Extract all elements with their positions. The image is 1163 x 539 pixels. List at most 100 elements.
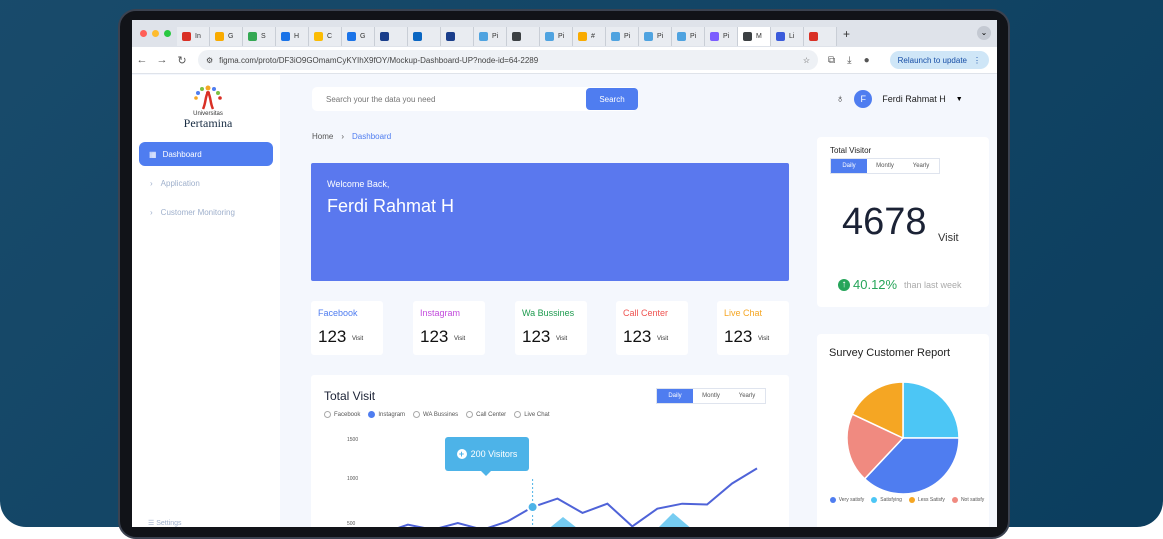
minimize-window-button[interactable] — [152, 30, 159, 37]
browser-tab[interactable]: # — [573, 26, 606, 46]
search-button[interactable]: Search — [586, 88, 638, 110]
change-indicator: ↑ 40.12% — [838, 277, 897, 292]
channel-card-instagram[interactable]: Instagram 123 Visit — [413, 301, 485, 355]
channel-card-facebook[interactable]: Facebook 123 Visit — [311, 301, 383, 355]
bookmark-star-icon[interactable]: ☆ — [803, 56, 810, 65]
favicon-icon — [512, 31, 521, 41]
browser-tab[interactable]: Pi — [540, 26, 573, 46]
logo-mark-icon — [194, 85, 222, 110]
browser-tab[interactable]: Pi — [705, 26, 738, 46]
maximize-window-button[interactable] — [164, 30, 171, 37]
browser-tab[interactable]: In — [177, 26, 210, 46]
favicon-icon — [446, 31, 455, 41]
close-window-button[interactable] — [140, 30, 147, 37]
browser-tab[interactable]: Pi — [639, 26, 672, 46]
more-menu-icon[interactable]: ⋮ — [973, 56, 981, 65]
browser-tab[interactable]: H — [276, 26, 309, 46]
legend-swatch — [951, 497, 958, 503]
user-name[interactable]: Ferdi Rahmat H — [882, 94, 946, 104]
data-point[interactable] — [526, 501, 539, 514]
browser-tab[interactable]: Pi — [672, 26, 705, 46]
total-visitor-card: Total Visitor Daily Montly Yearly 4678 V… — [817, 137, 989, 307]
comparison-text: than last week — [904, 280, 962, 290]
sidebar-item-dashboard[interactable]: ▦ Dashboard — [139, 142, 273, 166]
channel-label: Call Center — [623, 308, 669, 318]
chevron-right-icon: › — [150, 179, 153, 188]
total-visit-plot — [397, 467, 758, 527]
tab-title: In — [195, 32, 201, 40]
profile-icon[interactable]: ● — [864, 55, 870, 66]
tab-montly[interactable]: Montly — [867, 159, 903, 173]
channel-label: Wa Bussines — [522, 308, 575, 318]
breadcrumb-home[interactable]: Home — [312, 132, 333, 141]
breadcrumb: Home › Dashboard — [312, 132, 391, 141]
tab-yearly[interactable]: Yearly — [903, 159, 939, 173]
browser-tab[interactable]: Li — [771, 26, 804, 46]
favicon-icon — [710, 31, 719, 41]
arrow-up-circle-icon: ↑ — [838, 278, 850, 291]
browser-tab[interactable] — [441, 26, 474, 46]
favicon-icon — [479, 31, 488, 41]
legend-label: Not satisfy — [960, 497, 985, 503]
search-input[interactable] — [312, 94, 582, 104]
site-info-icon[interactable]: ⚙ — [206, 56, 213, 65]
browser-tab[interactable] — [408, 26, 441, 46]
notification-bell-icon[interactable]: ♁ — [836, 93, 844, 105]
forward-icon[interactable]: → — [152, 54, 172, 66]
sidebar-item-application[interactable]: › Application — [150, 179, 200, 188]
sidebar-item-settings[interactable]: ☰ Settings — [148, 519, 182, 527]
welcome-banner: Welcome Back, Ferdi Rahmat H — [311, 163, 789, 281]
extensions-icon[interactable]: ⧉ — [828, 55, 835, 66]
reload-icon[interactable]: ↻ — [172, 54, 192, 67]
channel-unit: Visit — [352, 336, 364, 342]
new-tab-icon[interactable]: + — [843, 27, 850, 41]
browser-tab[interactable]: G — [342, 26, 375, 46]
tab-search-icon[interactable]: ⌄ — [977, 26, 991, 40]
legend-item: Not satisfy — [951, 497, 985, 503]
browser-tab[interactable]: S — [243, 26, 276, 46]
sidebar-item-label: Customer Monitoring — [160, 208, 235, 217]
channel-unit: Visit — [454, 336, 466, 342]
channel-card-wa-bussines[interactable]: Wa Bussines 123 Visit — [515, 301, 587, 355]
tab-title: M — [756, 32, 762, 40]
channel-card-live-chat[interactable]: Live Chat 123 Visit — [717, 301, 789, 355]
back-icon[interactable]: ← — [132, 54, 152, 66]
browser-tab[interactable]: M — [738, 26, 771, 46]
tab-title: # — [591, 32, 595, 40]
browser-tab[interactable] — [507, 26, 540, 46]
legend-label: Satisfying — [880, 497, 902, 503]
channel-label: Live Chat — [724, 308, 763, 318]
avatar[interactable]: F — [854, 90, 873, 108]
favicon-icon — [314, 31, 323, 41]
tab-title: H — [294, 32, 300, 40]
sidebar-item-customer-monitoring[interactable]: › Customer Monitoring — [150, 208, 235, 217]
browser-tab[interactable]: G — [210, 26, 243, 46]
channel-value: 123 — [420, 327, 449, 346]
channel-value: 123 — [522, 327, 551, 346]
favicon-icon — [809, 31, 818, 41]
tab-daily[interactable]: Daily — [831, 159, 867, 173]
legend-swatch — [829, 497, 836, 503]
browser-tab[interactable]: C — [309, 26, 342, 46]
tab-title: Li — [789, 32, 795, 40]
channel-value: 123 — [724, 327, 753, 346]
chevron-down-icon[interactable]: ▼ — [956, 96, 963, 103]
favicon-icon — [743, 31, 752, 41]
relaunch-button[interactable]: Relaunch to update ⋮ — [889, 51, 989, 69]
legend-swatch — [871, 497, 878, 503]
logo-name: Pertamina — [183, 116, 233, 130]
url-field[interactable]: ⚙ figma.com/proto/DF3iO9GOmamCyKYIhX9fOY… — [198, 50, 818, 70]
pie-slice-satisfying[interactable] — [902, 381, 960, 439]
channel-label: Facebook — [318, 308, 358, 318]
channel-card-call-center[interactable]: Call Center 123 Visit — [616, 301, 688, 355]
browser-tab[interactable]: Pi — [606, 26, 639, 46]
browser-tab-bar: In G S H C G Pi Pi # Pi Pi Pi Pi M Li + ⌄ — [132, 20, 997, 47]
chart-tooltip: + 200 Visitors — [445, 437, 529, 476]
download-icon[interactable]: ⤓ — [847, 55, 851, 66]
welcome-name: Ferdi Rahmat H — [327, 196, 455, 216]
browser-tab[interactable]: Pi — [474, 26, 507, 46]
tab-title: Pi — [558, 32, 565, 40]
channel-unit: Visit — [556, 336, 568, 342]
browser-tab[interactable] — [804, 26, 837, 46]
browser-tab[interactable] — [375, 26, 408, 46]
